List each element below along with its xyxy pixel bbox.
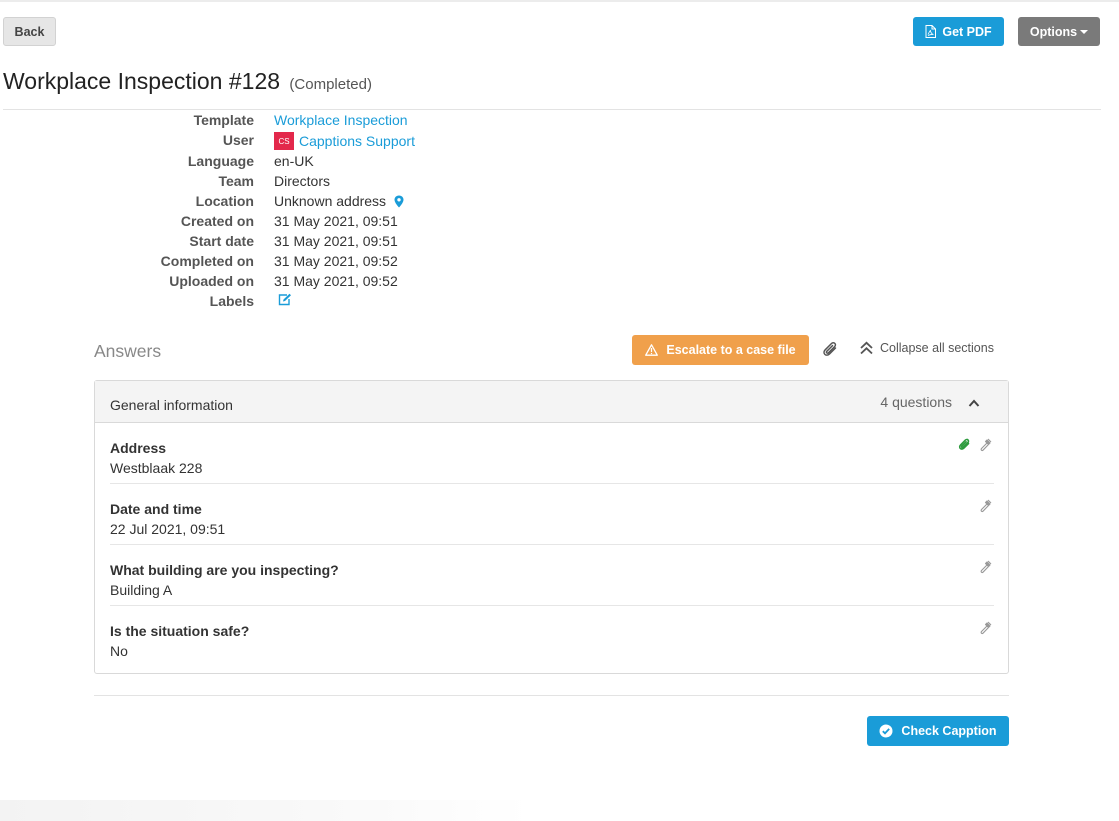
section-panel-general-information: General information 4 questions Address … xyxy=(94,380,1009,674)
warning-icon xyxy=(645,344,659,356)
question-item: What building are you inspecting? Buildi… xyxy=(110,545,994,606)
question-item: Address Westblaak 228 xyxy=(110,423,994,484)
meta-value-labels xyxy=(274,293,292,306)
location-text: Unknown address xyxy=(274,193,387,209)
meta-value-language: en-UK xyxy=(274,153,314,169)
options-label: Options xyxy=(1029,24,1078,39)
edit-labels-icon[interactable] xyxy=(278,293,292,306)
chevron-up-icon[interactable] xyxy=(968,398,980,408)
collapse-all-sections-button[interactable]: Collapse all sections xyxy=(859,341,994,355)
collapse-all-label: Collapse all sections xyxy=(880,341,994,355)
meta-value-created-on: 31 May 2021, 09:51 xyxy=(274,213,398,229)
meta-value-start-date: 31 May 2021, 09:51 xyxy=(274,233,398,249)
check-capption-button[interactable]: Check Capption xyxy=(867,716,1009,746)
status-text: (Completed) xyxy=(289,76,372,93)
meta-value-location: Unknown address xyxy=(274,193,404,209)
meta-row-language: Language en-UK xyxy=(0,153,700,173)
meta-row-created-on: Created on 31 May 2021, 09:51 xyxy=(0,213,700,233)
meta-row-uploaded-on: Uploaded on 31 May 2021, 09:52 xyxy=(0,273,700,293)
meta-label-team: Team xyxy=(218,173,254,189)
question-label: Is the situation safe? xyxy=(110,623,250,639)
question-answer: 22 Jul 2021, 09:51 xyxy=(110,521,226,537)
meta-label-created-on: Created on xyxy=(180,213,254,229)
caret-down-icon xyxy=(1080,30,1089,34)
question-actions xyxy=(958,438,994,452)
meta-row-completed-on: Completed on 31 May 2021, 09:52 xyxy=(0,253,700,273)
question-answer: No xyxy=(110,643,128,659)
gavel-icon[interactable] xyxy=(980,560,994,574)
meta-row-start-date: Start date 31 May 2021, 09:51 xyxy=(0,233,700,253)
meta-label-labels: Labels xyxy=(209,293,254,309)
get-pdf-button[interactable]: Get PDF xyxy=(913,17,1004,46)
section-title: General information xyxy=(110,397,233,413)
gavel-icon[interactable] xyxy=(980,621,994,635)
meta-value-completed-on: 31 May 2021, 09:52 xyxy=(274,253,398,269)
meta-label-start-date: Start date xyxy=(189,233,254,249)
map-marker-icon[interactable] xyxy=(394,195,404,208)
bottom-fade xyxy=(0,800,530,821)
question-item: Is the situation safe? No xyxy=(110,606,994,667)
meta-row-location: Location Unknown address xyxy=(0,193,700,213)
question-item: Date and time 22 Jul 2021, 09:51 xyxy=(110,484,994,545)
question-count: 4 questions xyxy=(880,394,952,410)
pdf-file-icon xyxy=(925,25,937,38)
avatar: CS xyxy=(274,132,294,150)
attachment-icon[interactable] xyxy=(958,438,972,452)
meta-value-user: CS Capptions Support xyxy=(274,132,415,150)
question-label: Date and time xyxy=(110,501,202,517)
title-divider xyxy=(3,109,1101,110)
meta-label-language: Language xyxy=(187,153,254,169)
meta-label-user: User xyxy=(222,132,254,148)
back-button[interactable]: Back xyxy=(3,17,56,46)
answers-heading: Answers xyxy=(94,341,162,361)
get-pdf-label: Get PDF xyxy=(942,24,992,39)
meta-row-labels: Labels xyxy=(0,293,700,313)
meta-row-user: User CS Capptions Support xyxy=(0,132,700,152)
footer-divider xyxy=(94,695,1009,696)
question-actions xyxy=(980,621,994,635)
page-title: Workplace Inspection #128 (Completed) xyxy=(3,68,372,95)
meta-label-completed-on: Completed on xyxy=(160,253,254,269)
gavel-icon[interactable] xyxy=(980,438,994,452)
meta-label-template: Template xyxy=(193,112,254,128)
top-border xyxy=(0,0,1119,2)
section-header[interactable]: General information 4 questions xyxy=(95,381,1008,423)
question-actions xyxy=(980,499,994,513)
meta-label-uploaded-on: Uploaded on xyxy=(169,273,254,289)
inspection-title: Workplace Inspection #128 xyxy=(3,68,281,94)
paperclip-icon[interactable] xyxy=(822,341,840,359)
gavel-icon[interactable] xyxy=(980,499,994,513)
check-circle-icon xyxy=(879,724,893,738)
double-chevron-up-icon xyxy=(860,341,873,355)
meta-value-team: Directors xyxy=(274,173,331,189)
meta-label-location: Location xyxy=(195,193,254,209)
escalate-label: Escalate to a case file xyxy=(666,343,796,357)
question-actions xyxy=(980,560,994,574)
question-answer: Building A xyxy=(110,582,173,598)
question-label: What building are you inspecting? xyxy=(110,562,339,578)
template-link[interactable]: Workplace Inspection xyxy=(274,112,408,128)
meta-row-team: Team Directors xyxy=(0,173,700,193)
options-dropdown-button[interactable]: Options xyxy=(1018,17,1100,46)
check-capption-label: Check Capption xyxy=(901,724,997,738)
question-answer: Westblaak 228 xyxy=(110,460,203,476)
meta-value-uploaded-on: 31 May 2021, 09:52 xyxy=(274,273,398,289)
meta-row-template: Template Workplace Inspection xyxy=(0,112,700,132)
escalate-case-file-button[interactable]: Escalate to a case file xyxy=(632,335,809,365)
user-link[interactable]: Capptions Support xyxy=(299,133,415,149)
question-label: Address xyxy=(110,440,167,456)
